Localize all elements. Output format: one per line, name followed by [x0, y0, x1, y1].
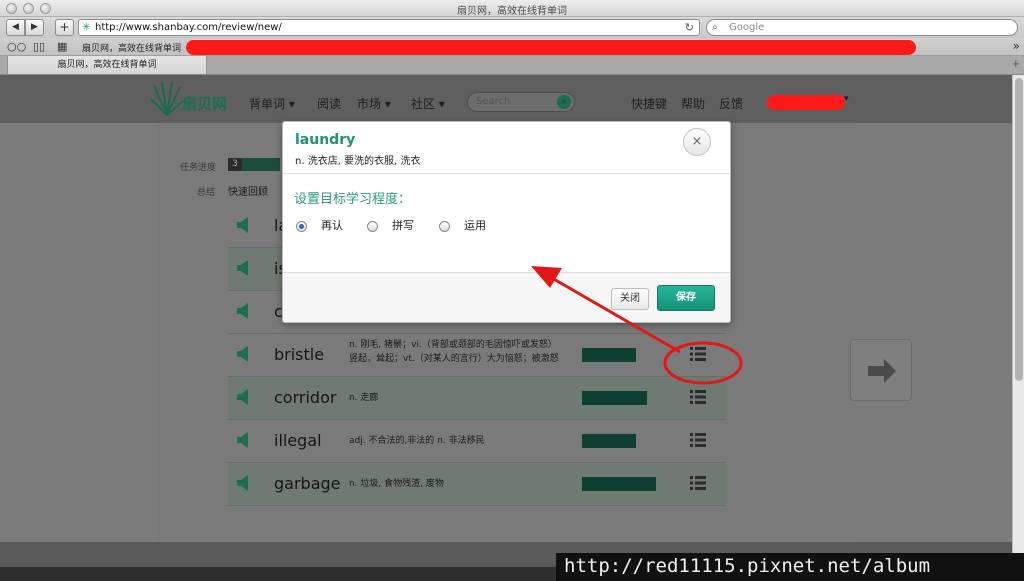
dialog-definition: n. 洗衣店, 要洗的衣服, 洗衣	[295, 156, 421, 167]
nav-market[interactable]: 市场 ▾	[357, 95, 391, 112]
word-row[interactable]: illegal adj. 不合法的,非法的 n. 非法移民	[228, 420, 726, 463]
browser-window: 扇贝网，高效在线背单词 ◀ ▶ + ✳ http://www.shanbay.c…	[0, 0, 1024, 581]
task-progress-bar: 3	[228, 158, 280, 171]
speaker-icon[interactable]	[236, 303, 250, 319]
dialog-save-button[interactable]: 保存	[657, 285, 715, 311]
site-search-icon[interactable]: ⌕	[557, 95, 571, 109]
speaker-icon[interactable]	[236, 432, 250, 448]
bookmarks-overflow-button[interactable]: »	[1013, 39, 1020, 53]
reload-icon[interactable]: ↻	[685, 20, 694, 35]
tab-active[interactable]: 扇贝网，高效在线背单词	[7, 56, 207, 75]
arrow-right-icon	[868, 359, 896, 383]
details-list-icon[interactable]	[690, 389, 706, 405]
speaker-icon[interactable]	[236, 475, 250, 491]
title-bar: 扇贝网，高效在线背单词	[0, 0, 1024, 17]
word-text: garbage	[274, 474, 341, 493]
nav-community[interactable]: 社区 ▾	[411, 95, 445, 112]
nav-help[interactable]: 帮助	[681, 95, 705, 112]
summary-label: 总结	[197, 188, 216, 198]
goal-label: 设置目标学习程度：	[294, 192, 412, 207]
dialog-cancel-button[interactable]: 关闭	[611, 288, 649, 310]
radio-recognize-label[interactable]: 再认	[321, 217, 343, 233]
bookmark-link[interactable]: 扇贝网，高效在线背单词	[82, 41, 181, 54]
address-bar[interactable]: ✳ http://www.shanbay.com/review/new/ ↻	[78, 19, 700, 36]
word-row[interactable]: bristle n. 刚毛, 猪鬃；vi.（背部或颈部的毛因惊吓或发怒）竖起，耸起…	[228, 334, 726, 377]
details-list-icon[interactable]	[690, 432, 706, 448]
site-favicon-icon: ✳	[82, 22, 91, 33]
site-search-placeholder: Search	[476, 96, 511, 107]
nav-vocabulary[interactable]: 背单词 ▾	[249, 95, 295, 112]
nav-reading[interactable]: 阅读	[317, 95, 341, 112]
radio-use-label[interactable]: 运用	[464, 217, 486, 233]
word-text: corridor	[274, 388, 337, 407]
url-text: http://www.shanbay.com/review/new/	[95, 22, 282, 33]
site-logo-text[interactable]: 扇贝网	[182, 93, 227, 114]
speaker-icon[interactable]	[236, 346, 250, 362]
bookmarks-book-icon[interactable]: ▯▯	[33, 40, 45, 53]
next-button[interactable]	[850, 339, 912, 401]
search-icon: ⌕	[712, 22, 718, 33]
radio-spell[interactable]	[367, 221, 378, 232]
word-progress-bar	[582, 477, 656, 491]
details-list-icon[interactable]	[690, 475, 706, 491]
search-field[interactable]: ⌕ Google	[706, 19, 1018, 36]
learning-goal-dialog: laundry n. 洗衣店, 要洗的衣服, 洗衣 × 设置目标学习程度： 再认…	[282, 121, 731, 323]
word-text: bristle	[274, 345, 325, 364]
tab-strip: 扇贝网，高效在线背单词 +	[0, 56, 1024, 75]
add-bookmark-button[interactable]: +	[55, 19, 74, 36]
word-row[interactable]: garbage n. 垃圾, 食物残渣, 废物	[228, 463, 726, 506]
site-header: 扇贝网 背单词 ▾ 阅读 市场 ▾ 社区 ▾ Search ⌕ 快捷键 帮助 反…	[0, 75, 1012, 123]
dialog-divider	[283, 173, 730, 174]
nav-feedback[interactable]: 反馈	[719, 95, 743, 112]
search-placeholder: Google	[729, 22, 765, 33]
user-menu-chevron-icon[interactable]: ▾	[844, 94, 849, 104]
radio-use[interactable]	[439, 221, 450, 232]
task-count: 3	[228, 158, 242, 171]
dialog-footer: 关闭 保存	[283, 272, 730, 322]
new-tab-icon[interactable]: +	[1012, 59, 1020, 70]
bookmarks-bar: ○○ ▯▯ ▦ 扇贝网，高效在线背单词 »	[0, 38, 1024, 56]
word-progress-bar	[582, 434, 636, 448]
bottom-bar	[0, 567, 556, 581]
site-search-input[interactable]: Search ⌕	[467, 92, 575, 112]
word-text: illegal	[274, 431, 322, 450]
radio-recognize[interactable]	[296, 221, 307, 232]
scrollbar-thumb[interactable]	[1015, 78, 1023, 381]
forward-button[interactable]: ▶	[25, 19, 44, 36]
word-definition: n. 刚毛, 猪鬃；vi.（背部或颈部的毛因惊吓或发怒）竖起，耸起；vt.（对某…	[349, 340, 559, 364]
dialog-word: laundry	[295, 132, 356, 148]
word-progress-bar	[582, 348, 636, 362]
nav-shortcuts[interactable]: 快捷键	[631, 95, 667, 112]
reading-list-icon[interactable]: ○○	[7, 40, 26, 53]
quick-review-heading: 快速回顾	[228, 187, 268, 198]
watermark-text: http://red11115.pixnet.net/album	[556, 553, 1024, 581]
top-sites-grid-icon[interactable]: ▦	[57, 40, 67, 53]
page-scrollbar[interactable]	[1012, 75, 1024, 567]
redaction-mark	[767, 95, 845, 110]
speaker-icon[interactable]	[236, 260, 250, 276]
details-list-icon[interactable]	[690, 346, 706, 362]
shanbay-logo-icon[interactable]	[150, 79, 184, 117]
redaction-mark	[186, 40, 916, 55]
dialog-close-icon[interactable]: ×	[683, 128, 711, 156]
browser-toolbar: ◀ ▶ + ✳ http://www.shanbay.com/review/ne…	[0, 17, 1024, 38]
word-progress-bar	[582, 391, 647, 405]
speaker-icon[interactable]	[236, 389, 250, 405]
task-progress-label: 任务进度	[180, 163, 217, 173]
word-definition: n. 垃圾, 食物残渣, 废物	[349, 479, 444, 489]
word-definition: n. 走廊	[349, 393, 379, 403]
speaker-icon[interactable]	[236, 217, 250, 233]
word-definition: adj. 不合法的,非法的 n. 非法移民	[349, 436, 485, 446]
window-title: 扇贝网，高效在线背单词	[457, 6, 567, 17]
word-row[interactable]: corridor n. 走廊	[228, 377, 726, 420]
radio-spell-label[interactable]: 拼写	[392, 217, 414, 233]
back-button[interactable]: ◀	[6, 19, 25, 36]
